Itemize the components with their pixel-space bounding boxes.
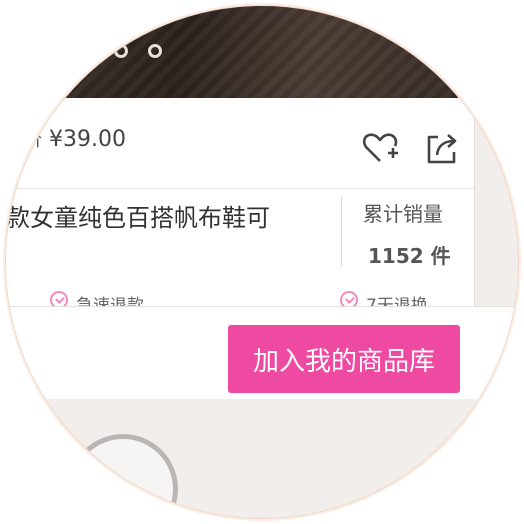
circle-button[interactable] [68, 434, 178, 518]
product-info-card: 售价 ¥39.00 款女童纯色百搭帆布鞋可 累计销量 1152 件 急速退款 7… [6, 98, 475, 316]
magnified-view: 售价 ¥39.00 款女童纯色百搭帆布鞋可 累计销量 1152 件 急速退款 7… [6, 6, 518, 518]
divider [6, 188, 474, 189]
product-photo [6, 6, 518, 98]
price-value: ¥39.00 [49, 127, 126, 152]
heart-plus-icon[interactable] [360, 128, 400, 168]
sales-value: 1152 件 [368, 244, 451, 268]
share-icon[interactable] [422, 128, 462, 168]
add-to-library-button[interactable]: 加入我的商品库 [228, 325, 460, 393]
price: 售价 ¥39.00 [6, 126, 126, 152]
carousel-dot[interactable] [114, 44, 128, 58]
sales-label: 累计销量 [363, 202, 443, 226]
action-bar: 加入我的商品库 [6, 307, 518, 399]
vertical-divider [341, 196, 342, 266]
price-row: 售价 ¥39.00 [6, 114, 474, 189]
product-title: 款女童纯色百搭帆布鞋可 [6, 204, 270, 232]
price-label: 售价 [6, 130, 42, 151]
carousel-dot[interactable] [148, 44, 162, 58]
